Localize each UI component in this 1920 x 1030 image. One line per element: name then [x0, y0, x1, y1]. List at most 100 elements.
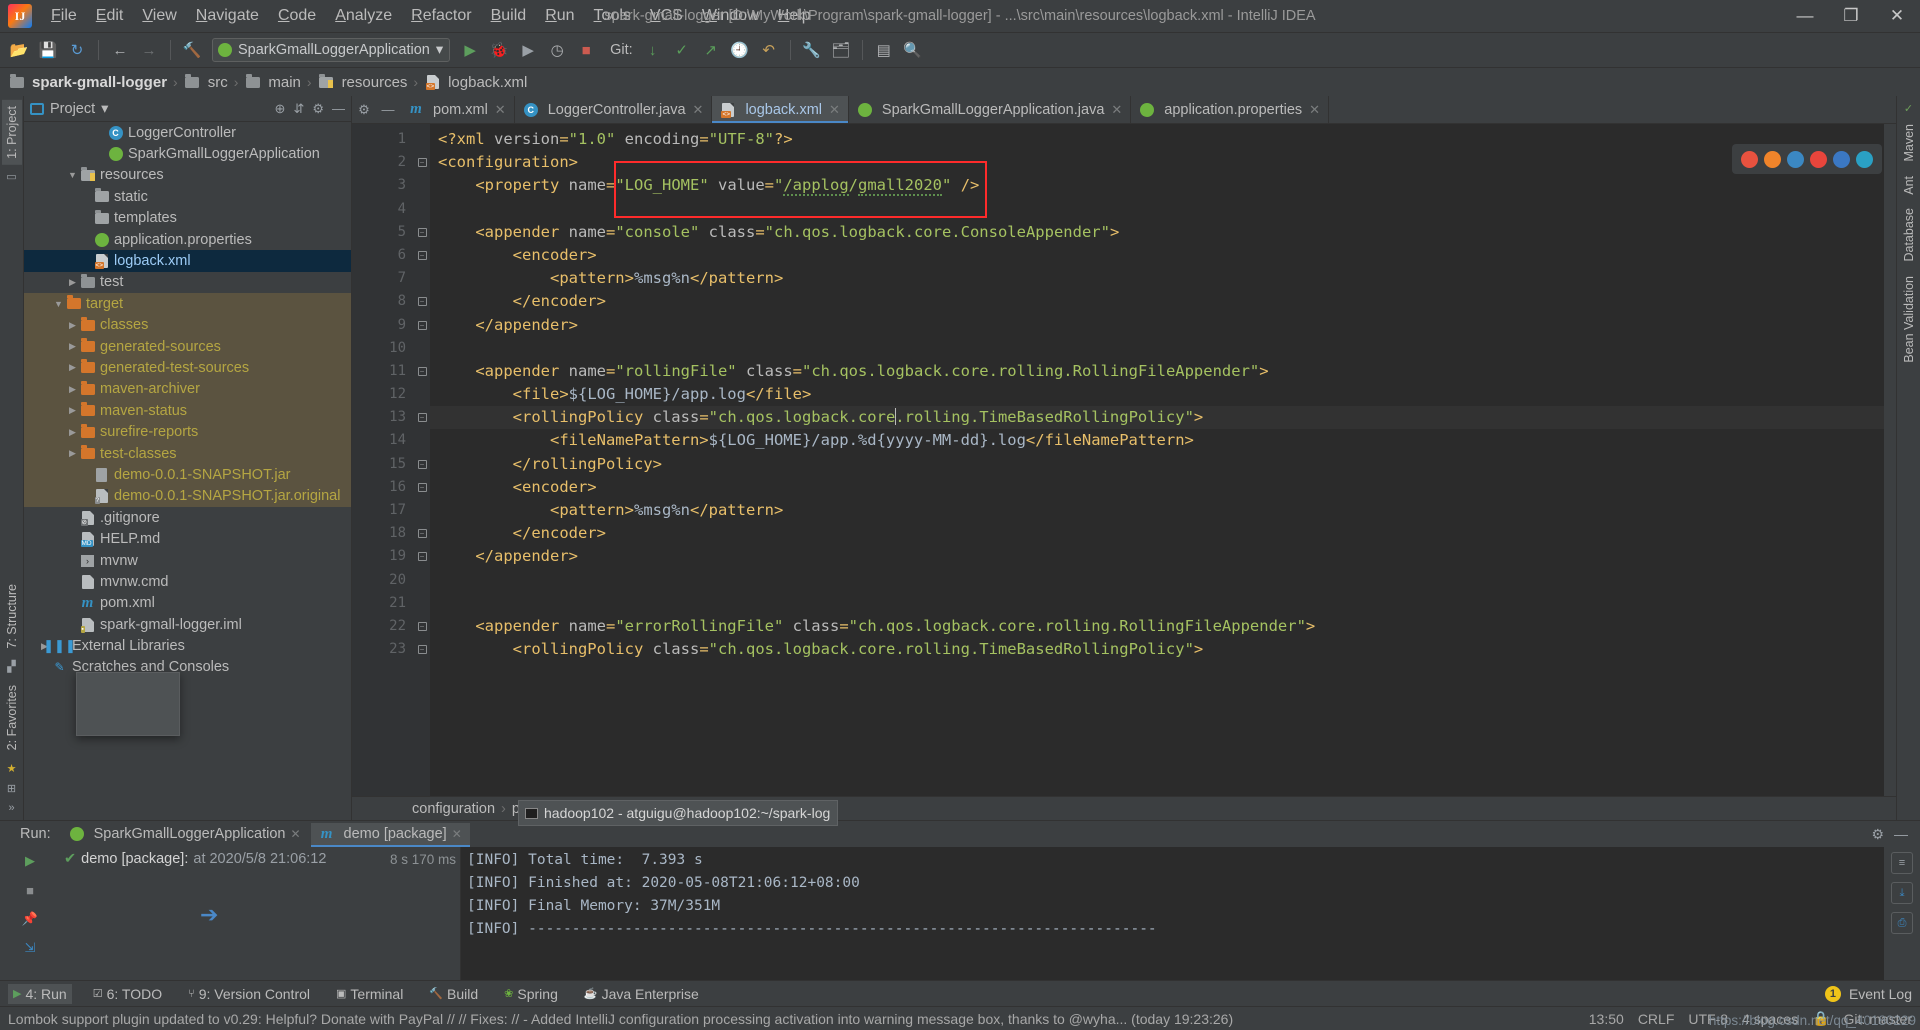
menu-item-code[interactable]: Code	[269, 3, 325, 29]
code-line[interactable]: </appender>	[430, 545, 1896, 568]
build-icon[interactable]: 🔨	[179, 37, 205, 63]
code-line[interactable]: <rollingPolicy class="ch.qos.logback.cor…	[430, 638, 1896, 661]
ie-icon[interactable]	[1787, 150, 1804, 168]
menu-item-file[interactable]: File	[42, 3, 86, 29]
tree-item-maven-archiver[interactable]: ▶ maven-archiver	[24, 378, 351, 401]
sidebar-tab-favorites[interactable]: 2: Favorites	[2, 679, 22, 756]
chevron-down-icon[interactable]: ▼	[52, 299, 65, 309]
save-icon[interactable]: 💾	[35, 37, 61, 63]
tree-item-surefire-reports[interactable]: ▶ surefire-reports	[24, 421, 351, 443]
tree-item-templates[interactable]: templates	[24, 208, 351, 229]
event-log-area[interactable]: 1 Event Log	[1824, 985, 1912, 1002]
code-line[interactable]: <pattern>%msg%n</pattern>	[430, 267, 1896, 290]
chevron-down-icon[interactable]: ▾	[101, 101, 108, 117]
toolwindow-spring[interactable]: ❀ Spring	[499, 984, 563, 1004]
project-tree[interactable]: C LoggerController SparkGmallLoggerApplica…	[24, 122, 351, 820]
toolwindow-9-version-control[interactable]: ⑂ 9: Version Control	[183, 984, 315, 1004]
menu-item-view[interactable]: View	[133, 3, 185, 29]
fold-toggle-icon[interactable]: −	[414, 244, 430, 267]
chevron-right-icon[interactable]: ▶	[66, 427, 79, 438]
fold-toggle-icon[interactable]: −	[414, 476, 430, 499]
taskbar-window-item[interactable]: hadoop102 - atguigu@hadoop102:~/spark-lo…	[518, 800, 838, 826]
stop-icon[interactable]: ■	[573, 37, 599, 63]
run-tab-sparkgmallloggerapplication[interactable]: SparkGmallLoggerApplication ✕	[61, 823, 309, 846]
locate-file-icon[interactable]: ⊕	[275, 101, 286, 117]
tree-item-application-properties[interactable]: application.properties	[24, 229, 351, 250]
code-line[interactable]: </appender>	[430, 314, 1896, 337]
coverage-icon[interactable]: ▶	[515, 37, 541, 63]
code-line[interactable]	[430, 198, 1896, 221]
code-line[interactable]: <encoder>	[430, 476, 1896, 499]
code-line[interactable]: </rollingPolicy>	[430, 453, 1896, 476]
sidebar-tab-project[interactable]: 1: Project	[1, 100, 22, 165]
tree-item-pom-xml[interactable]: m pom.xml	[24, 593, 351, 614]
close-button[interactable]: ✕	[1874, 0, 1920, 32]
hide-panel-icon[interactable]: —	[332, 101, 345, 116]
git-update-icon[interactable]: ↓	[640, 37, 666, 63]
code-line[interactable]	[430, 569, 1896, 592]
tree-item-generated-sources[interactable]: ▶ generated-sources	[24, 335, 351, 358]
fold-toggle-icon[interactable]: −	[414, 638, 430, 661]
fold-toggle-icon[interactable]: −	[414, 545, 430, 568]
rerun-icon[interactable]: ▶	[20, 851, 40, 871]
menu-item-navigate[interactable]: Navigate	[187, 3, 268, 29]
structure-rail-icon[interactable]: ▞	[4, 659, 20, 675]
menu-item-help[interactable]: Help	[769, 3, 820, 29]
tree-item-demo-0-0-1-snapshot-jar[interactable]: demo-0.0.1-SNAPSHOT.jar	[24, 464, 351, 486]
editor-breadcrumb-configuration[interactable]: configuration	[412, 801, 495, 817]
sidebar-tab-structure[interactable]: 7: Structure	[2, 578, 22, 655]
sidebar-tab-maven[interactable]: Maven	[1899, 118, 1919, 168]
open-icon[interactable]: 📂	[6, 37, 32, 63]
folder-rail-icon[interactable]: ▭	[4, 169, 20, 185]
code-line[interactable]: </encoder>	[430, 290, 1896, 313]
opera-icon[interactable]	[1810, 150, 1827, 168]
code-line[interactable]: <encoder>	[430, 244, 1896, 267]
toolwindow-java-enterprise[interactable]: ☕ Java Enterprise	[579, 984, 704, 1004]
breadcrumb-item-src[interactable]: src	[184, 73, 228, 91]
code-line[interactable]: <appender name="console" class="ch.qos.l…	[430, 221, 1896, 244]
tree-item-generated-test-sources[interactable]: ▶ generated-test-sources	[24, 357, 351, 379]
chevron-right-icon[interactable]: ▶	[66, 448, 79, 459]
tree-item-spark-gmall-logger-iml[interactable]: ▪ spark-gmall-logger.iml	[24, 614, 351, 635]
web-rail-icon[interactable]: ⊞	[4, 780, 20, 796]
tree-item-loggercontroller[interactable]: C LoggerController	[24, 122, 351, 143]
fold-toggle-icon[interactable]: −	[414, 314, 430, 337]
menu-item-build[interactable]: Build	[482, 3, 536, 29]
gear-icon[interactable]: ⚙	[312, 101, 324, 117]
close-icon[interactable]: ✕	[1309, 102, 1320, 118]
breadcrumb-item-main[interactable]: main	[244, 73, 301, 91]
run-tab-demo-package-[interactable]: m demo [package] ✕	[310, 822, 471, 847]
code-line[interactable]: <?xml version="1.0" encoding="UTF-8"?>	[430, 128, 1896, 151]
hide-panel-icon[interactable]: —	[1894, 826, 1908, 842]
close-icon[interactable]: ✕	[829, 102, 840, 118]
tree-item-classes[interactable]: ▶ classes	[24, 314, 351, 336]
status-line-separator[interactable]: CRLF	[1638, 1011, 1675, 1027]
editor-tab-application-properties[interactable]: application.properties ✕	[1131, 96, 1330, 123]
code-line[interactable]	[430, 337, 1896, 360]
chrome-icon[interactable]	[1741, 150, 1758, 168]
collapse-rail-icon[interactable]: ✓	[1901, 100, 1917, 116]
fold-toggle-icon[interactable]: −	[414, 360, 430, 383]
print-icon[interactable]: ⎙	[1891, 912, 1913, 934]
project-structure-icon[interactable]: 🗂	[828, 37, 854, 63]
sidebar-tab-bean-validation[interactable]: Bean Validation	[1899, 270, 1919, 369]
code-text[interactable]: <?xml version="1.0" encoding="UTF-8"?> <c…	[430, 124, 1896, 796]
code-line[interactable]: <file>${LOG_HOME}/app.log</file>	[430, 383, 1896, 406]
menu-item-analyze[interactable]: Analyze	[326, 3, 401, 29]
code-line[interactable]: <appender name="rollingFile" class="ch.q…	[430, 360, 1896, 383]
breadcrumb-item-resources[interactable]: resources	[318, 73, 407, 91]
run-icon[interactable]: ▶	[457, 37, 483, 63]
code-line[interactable]: <configuration>	[430, 151, 1896, 174]
sync-icon[interactable]: ↻	[64, 37, 90, 63]
chevron-right-icon[interactable]: ▶	[66, 362, 79, 373]
history-icon[interactable]: 🕘	[727, 37, 753, 63]
more-rail-icon[interactable]: »	[4, 800, 20, 816]
chevron-right-icon[interactable]: ▶	[66, 405, 79, 416]
run-configuration-selector[interactable]: SparkGmallLoggerApplication ▾	[212, 38, 451, 62]
editor-tab-pom-xml[interactable]: m pom.xml ✕	[400, 96, 515, 123]
code-folding-gutter[interactable]: − − − − − − − − − − − − −	[414, 124, 430, 796]
code-editor[interactable]: 1 2 3 4 5 6 7 8 9 10 11 12 13 14 15 16 17 18 19 20 21 22 23 − −…	[352, 124, 1896, 796]
favorites-rail-icon[interactable]: ★	[4, 760, 20, 776]
forward-icon[interactable]: →	[136, 37, 162, 63]
tree-item-sparkgmallloggerapplication[interactable]: SparkGmallLoggerApplication	[24, 143, 351, 164]
